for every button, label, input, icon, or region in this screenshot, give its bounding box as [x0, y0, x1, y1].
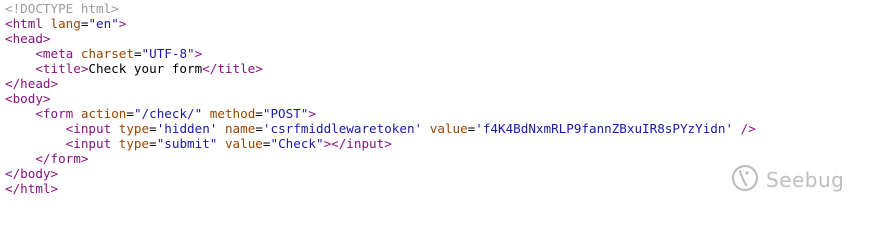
attribute-token: action: [80, 106, 127, 121]
tag-token: >: [194, 46, 203, 61]
attribute-token: type: [118, 136, 150, 151]
value-token: "UTF-8": [141, 46, 195, 61]
source-line: <head>: [5, 31, 756, 46]
text-token: =: [133, 46, 142, 61]
attribute-token: charset: [80, 46, 134, 61]
tag-token: </head>: [5, 76, 59, 91]
tag-token: <meta: [35, 46, 74, 61]
tag-token: <html: [5, 16, 43, 31]
tag-token: <input: [65, 121, 112, 136]
value-token: "POST": [262, 106, 309, 121]
value-token: 'csrfmiddlewaretoken': [262, 121, 423, 136]
tag-token: </title>: [202, 61, 263, 76]
watermark-brand-text: Seebug: [766, 168, 845, 192]
source-line: <input type="submit" value="Check"></inp…: [5, 136, 756, 151]
doctype-token: <!DOCTYPE html>: [5, 1, 119, 16]
tag-token: ></input>: [323, 136, 392, 151]
attribute-token: lang: [50, 16, 81, 31]
value-token: "Check": [270, 136, 324, 151]
seebug-watermark: Seebug: [730, 160, 860, 200]
text-token: =: [126, 106, 134, 121]
attribute-token: method: [209, 106, 256, 121]
tag-token: />: [740, 121, 756, 136]
tag-token: <form: [35, 106, 74, 121]
attribute-token: name: [224, 121, 256, 136]
seebug-logo-icon: [730, 163, 760, 198]
source-line: </body>: [5, 166, 756, 181]
tag-token: <head>: [5, 31, 51, 46]
attribute-token: type: [118, 121, 150, 136]
source-viewer: <!DOCTYPE html> <html lang="en"> <head> <m…: [0, 0, 874, 206]
value-token: "submit": [156, 136, 218, 151]
tag-token: </body>: [5, 166, 59, 181]
text-token: =: [149, 136, 157, 151]
source-line: <!DOCTYPE html>: [5, 1, 756, 16]
text-token: Check your form: [88, 61, 203, 76]
tag-token: </html>: [5, 181, 59, 196]
value-token: "en": [88, 16, 119, 31]
source-line: <body>: [5, 91, 756, 106]
text-token: =: [255, 121, 263, 136]
tag-token: <title>: [35, 61, 89, 76]
value-token: 'f4K4BdNxmRLP9fannZBxuIR8sPYzYidn': [475, 121, 734, 136]
tag-token: >: [308, 106, 316, 121]
html-source-code: <!DOCTYPE html> <html lang="en"> <head> <m…: [5, 1, 756, 196]
source-line: <meta charset="UTF-8">: [5, 46, 756, 61]
tag-token: >: [118, 16, 127, 31]
text-token: =: [255, 106, 263, 121]
value-token: "/check/": [133, 106, 203, 121]
source-line: </html>: [5, 181, 756, 196]
value-token: 'hidden': [156, 121, 218, 136]
attribute-token: value: [429, 121, 468, 136]
source-line: <input type='hidden' name='csrfmiddlewar…: [5, 121, 756, 136]
tag-token: <body>: [5, 91, 51, 106]
source-line: <form action="/check/" method="POST">: [5, 106, 756, 121]
source-line: </head>: [5, 76, 756, 91]
attribute-token: value: [224, 136, 263, 151]
source-line: <title>Check your form</title>: [5, 61, 756, 76]
tag-token: <input: [65, 136, 112, 151]
tag-token: </form>: [35, 151, 89, 166]
source-line: </form>: [5, 151, 756, 166]
text-token: =: [149, 121, 157, 136]
source-line: <html lang="en">: [5, 16, 756, 31]
